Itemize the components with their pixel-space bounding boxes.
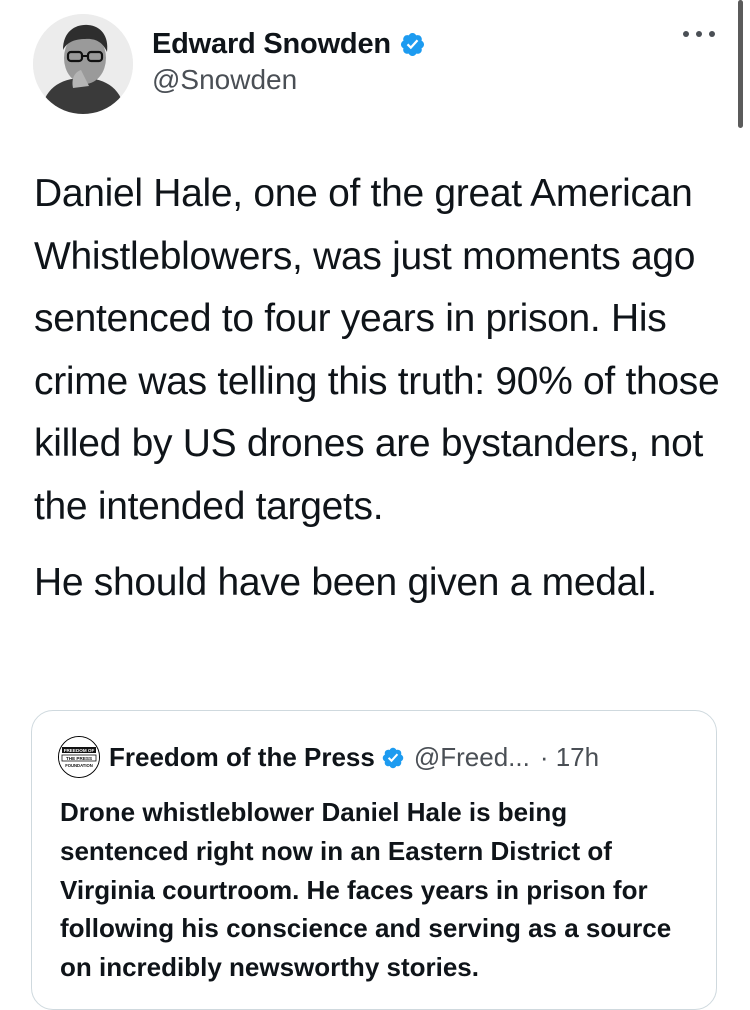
quoted-avatar[interactable]: FREEDOM OF THE PRESS FOUNDATION: [58, 736, 100, 778]
more-icon-dot: [696, 31, 702, 37]
more-icon: [683, 31, 689, 37]
more-icon-dot: [709, 31, 715, 37]
tweet-header: Edward Snowden @Snowden: [0, 0, 750, 130]
author-name[interactable]: Edward Snowden: [152, 28, 391, 61]
quoted-timestamp[interactable]: · 17h: [540, 742, 599, 773]
tweet-paragraph: Daniel Hale, one of the great American W…: [34, 172, 720, 528]
verified-badge-icon: [382, 747, 404, 768]
avatar-portrait-icon: [33, 14, 133, 114]
freedom-press-logo-icon: FREEDOM OF THE PRESS FOUNDATION: [59, 737, 99, 777]
quoted-tweet-card[interactable]: FREEDOM OF THE PRESS FOUNDATION Freedom …: [31, 710, 717, 1010]
tweet-text: Daniel Hale, one of the great American W…: [34, 163, 734, 615]
quoted-author-name[interactable]: Freedom of the Press: [109, 742, 375, 773]
avatar[interactable]: [33, 14, 133, 114]
author-name-row: Edward Snowden: [152, 28, 426, 61]
author-handle[interactable]: @Snowden: [152, 64, 297, 96]
logo-text-line: FOUNDATION: [65, 763, 93, 768]
logo-text-line: FREEDOM OF: [64, 748, 95, 753]
scrollbar[interactable]: [738, 0, 743, 128]
logo-text-line: THE PRESS: [66, 756, 92, 761]
more-options-button[interactable]: [681, 24, 717, 44]
tweet-paragraph: He should have been given a medal.: [34, 561, 657, 604]
verified-badge-icon: [400, 32, 424, 57]
quoted-tweet-header: Freedom of the Press @Freed... · 17h: [109, 742, 599, 773]
quoted-tweet-text: Drone whistleblower Daniel Hale is being…: [60, 797, 672, 983]
quoted-author-handle[interactable]: @Freed...: [414, 742, 530, 773]
